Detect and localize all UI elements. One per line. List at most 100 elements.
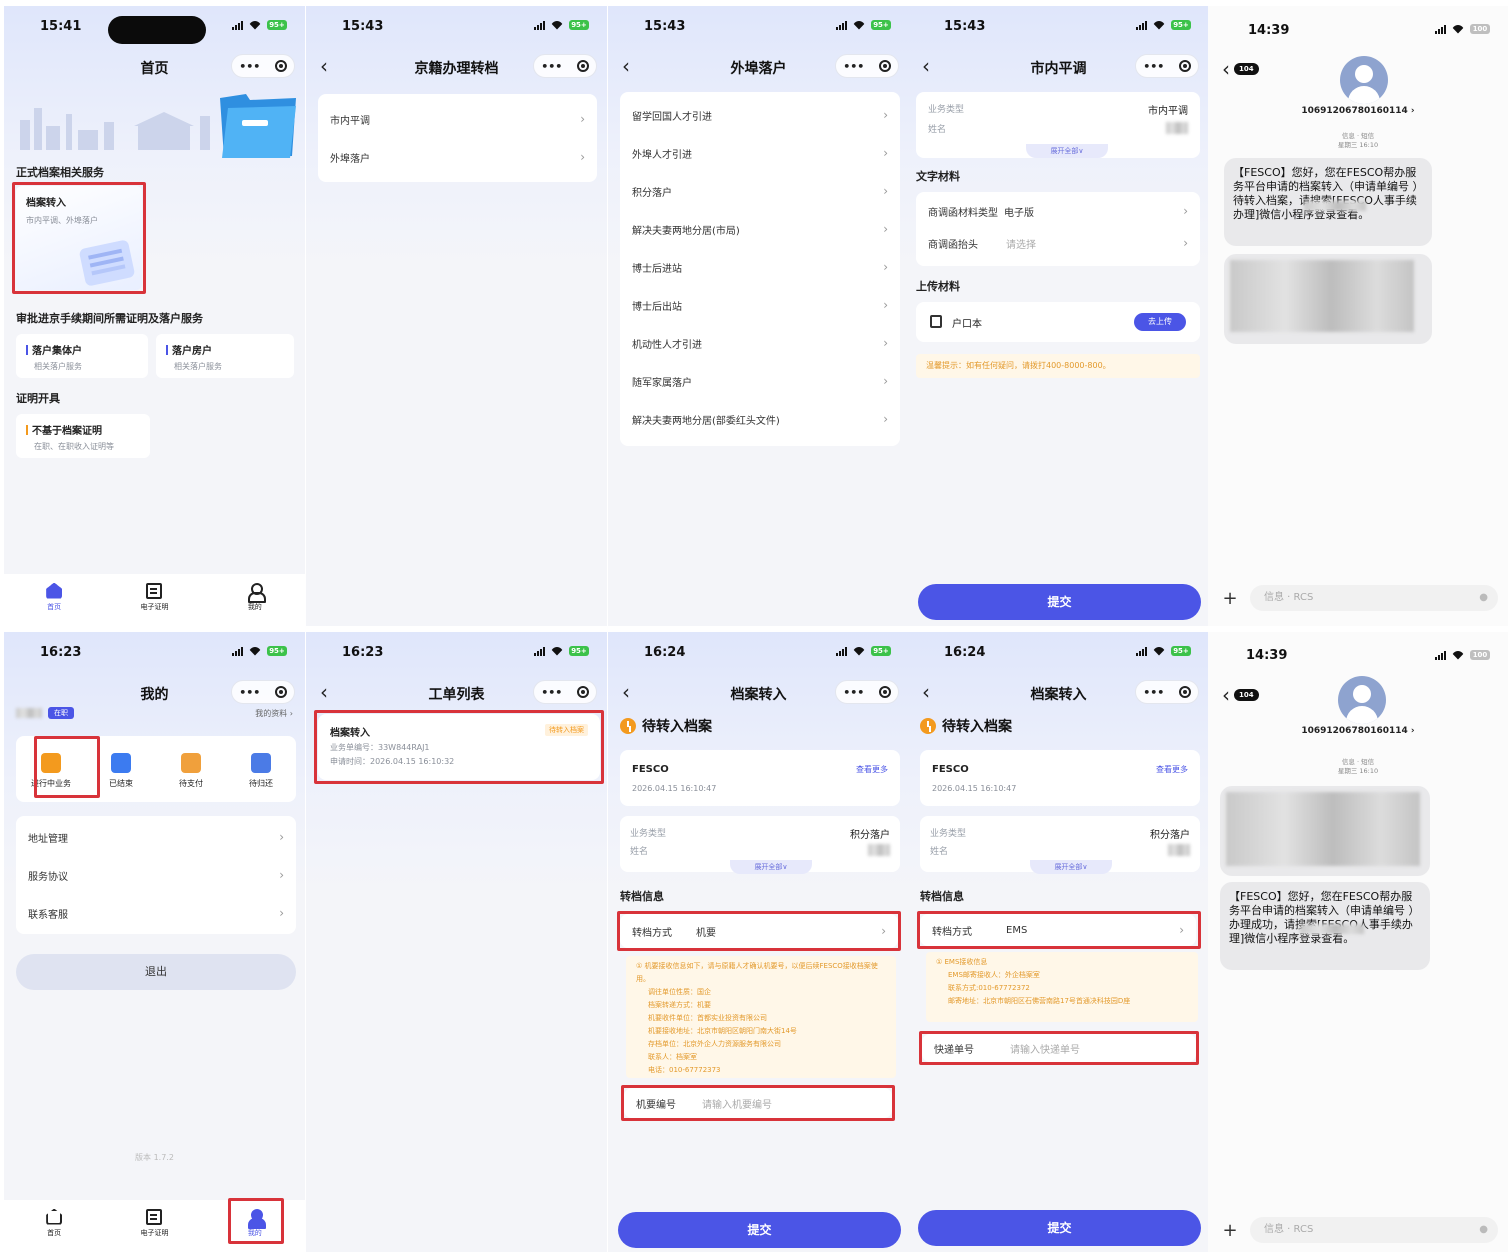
- redacted-name: [1166, 122, 1188, 134]
- close-target-icon[interactable]: [576, 60, 589, 72]
- list-item[interactable]: 积分落户 ›: [620, 172, 900, 210]
- expand-all-button[interactable]: 展开全部∨: [1026, 144, 1108, 158]
- view-more-link[interactable]: 查看更多: [856, 764, 888, 775]
- mini-program-capsule[interactable]: •••: [533, 680, 597, 704]
- name-label: 姓名: [928, 125, 947, 135]
- mini-program-capsule[interactable]: •••: [1135, 54, 1199, 78]
- more-dots-icon[interactable]: •••: [239, 60, 260, 73]
- tab-e-cert[interactable]: 电子证明: [134, 582, 174, 612]
- order-to-pay[interactable]: 待支付: [165, 753, 217, 789]
- sms-bubble-redacted: [1220, 786, 1430, 876]
- menu-agreement[interactable]: 服务协议 ›: [16, 856, 296, 894]
- more-dots-icon[interactable]: •••: [541, 60, 562, 73]
- list-item[interactable]: 解决夫妻两地分居(部委红头文件) ›: [620, 400, 900, 438]
- submit-button[interactable]: 提交: [918, 584, 1201, 620]
- list-item[interactable]: 博士后进站 ›: [620, 248, 900, 286]
- sms-input-field[interactable]: 信息 · RCS ●: [1250, 585, 1498, 611]
- list-item[interactable]: 留学回国人才引进 ›: [620, 96, 900, 134]
- list-item[interactable]: 随军家属落户 ›: [620, 362, 900, 400]
- more-dots-icon[interactable]: •••: [1143, 686, 1164, 699]
- plus-icon[interactable]: +: [1220, 1220, 1240, 1241]
- close-target-icon[interactable]: [878, 686, 891, 698]
- close-target-icon[interactable]: [878, 60, 891, 72]
- tile-cert-title: 不基于档案证明: [32, 426, 102, 437]
- pending-status-heading: 待转入档案: [620, 716, 712, 736]
- panel-archive-in-ems: 16:24 95+ ‹ 档案转入 ••• 待转入档案 FESCO 2026.04…: [908, 632, 1209, 1252]
- upload-button[interactable]: 去上传: [1134, 313, 1186, 331]
- battery-icon: 100: [1470, 650, 1490, 660]
- mini-program-capsule[interactable]: •••: [835, 680, 899, 704]
- sender-number[interactable]: 10691206780160114 ›: [1208, 106, 1508, 116]
- mini-program-capsule[interactable]: •••: [1135, 680, 1199, 704]
- notice-line: 电话：010-67772373: [648, 1066, 721, 1074]
- more-dots-icon[interactable]: •••: [843, 686, 864, 699]
- tile-non-archive-cert[interactable]: 不基于档案证明 在职、在职收入证明等: [16, 414, 150, 458]
- nav-bar: 首页 •••: [4, 50, 305, 84]
- submit-button[interactable]: 提交: [618, 1212, 901, 1248]
- menu-customer-service[interactable]: 联系客服 ›: [16, 894, 296, 932]
- tab-e-cert[interactable]: 电子证明: [134, 1208, 174, 1238]
- mini-program-capsule[interactable]: •••: [231, 680, 295, 704]
- more-dots-icon[interactable]: •••: [1143, 60, 1164, 73]
- nav-bar: ‹ 档案转入 •••: [908, 676, 1209, 710]
- tile-house-hukou[interactable]: 落户房户 相关落户服务: [156, 334, 294, 378]
- logout-button[interactable]: 退出: [16, 954, 296, 990]
- microphone-icon[interactable]: ●: [1479, 585, 1488, 611]
- close-target-icon[interactable]: [274, 686, 287, 698]
- mini-program-capsule[interactable]: •••: [231, 54, 295, 78]
- more-dots-icon[interactable]: •••: [843, 60, 864, 73]
- close-target-icon[interactable]: [1178, 686, 1191, 698]
- org-name: FESCO: [632, 764, 669, 775]
- mini-program-capsule[interactable]: •••: [835, 54, 899, 78]
- list-item[interactable]: 解决夫妻两地分居(市局) ›: [620, 210, 900, 248]
- chevron-right-icon: ›: [1183, 236, 1188, 250]
- tab-home[interactable]: 首页: [34, 582, 74, 612]
- order-to-return[interactable]: 待归还: [235, 753, 287, 789]
- contact-avatar[interactable]: [1340, 56, 1388, 104]
- microphone-icon[interactable]: ●: [1479, 1217, 1488, 1243]
- list-item[interactable]: 外埠人才引进 ›: [620, 134, 900, 172]
- more-dots-icon[interactable]: •••: [239, 686, 260, 699]
- back-arrow-icon: ‹: [1222, 57, 1230, 81]
- close-target-icon[interactable]: [1178, 60, 1191, 72]
- signal-icon: [1435, 650, 1446, 660]
- text-material-card: 商调函材料类型 电子版 › 商调函抬头 请选择 ›: [916, 192, 1200, 266]
- signal-icon: [1136, 20, 1147, 30]
- sms-input-field[interactable]: 信息 · RCS ●: [1250, 1217, 1498, 1243]
- tab-mine[interactable]: 我的: [235, 582, 275, 612]
- tile-collective-hukou[interactable]: 落户集体户 相关落户服务: [16, 334, 148, 378]
- highlight-tab-mine: [228, 1198, 284, 1244]
- list-item-city-transfer[interactable]: 市内平调 ›: [318, 100, 597, 138]
- status-bar: 15:41 95+: [4, 6, 305, 44]
- list-item-label: 随军家属落户: [632, 377, 692, 389]
- status-bar: 16:24 95+: [908, 632, 1209, 666]
- submit-button[interactable]: 提交: [918, 1210, 1201, 1246]
- more-dots-icon[interactable]: •••: [541, 686, 562, 699]
- sms-back-button[interactable]: ‹ 104: [1222, 685, 1259, 705]
- expand-all-button[interactable]: 展开全部∨: [1030, 860, 1112, 874]
- nav-bar: ‹ 档案转入 •••: [608, 676, 909, 710]
- view-more-link[interactable]: 查看更多: [1156, 764, 1188, 775]
- order-finished[interactable]: 已结束: [95, 753, 147, 789]
- expand-all-button[interactable]: 展开全部∨: [730, 860, 812, 874]
- mini-program-capsule[interactable]: •••: [533, 54, 597, 78]
- chevron-right-icon: ›: [883, 412, 888, 426]
- plus-icon[interactable]: +: [1220, 588, 1240, 609]
- list-item[interactable]: 机动性人才引进 ›: [620, 324, 900, 362]
- notice-line: 联系人：档案室: [648, 1053, 697, 1061]
- sms-back-button[interactable]: ‹ 104: [1222, 57, 1259, 81]
- section-text-material: 文字材料: [916, 170, 960, 183]
- notice-line: ① 机要接收信息如下，请与原籍人才确认机要号，以便后续FESCO接收档案使用。: [636, 962, 878, 983]
- list-item-label: 市内平调: [330, 115, 370, 127]
- letter-head-row[interactable]: 商调函抬头 请选择 ›: [916, 224, 1200, 262]
- list-item-outside-settle[interactable]: 外埠落户 ›: [318, 138, 597, 176]
- close-target-icon[interactable]: [274, 60, 287, 72]
- sender-number[interactable]: 10691206780160114 ›: [1208, 726, 1508, 736]
- contact-avatar[interactable]: [1338, 676, 1386, 724]
- close-target-icon[interactable]: [576, 686, 589, 698]
- my-info-link[interactable]: 我的资料 ›: [255, 708, 293, 719]
- section-approval: 审批进京手续期间所需证明及落户服务: [16, 312, 203, 325]
- list-item[interactable]: 博士后出站 ›: [620, 286, 900, 324]
- tab-home[interactable]: 首页: [34, 1208, 74, 1238]
- menu-address[interactable]: 地址管理 ›: [16, 818, 296, 856]
